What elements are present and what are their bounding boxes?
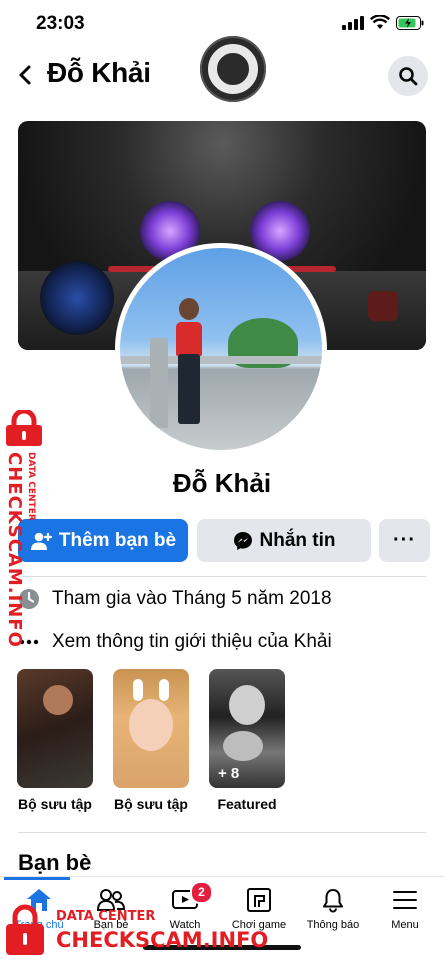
collection-label: Bộ sưu tập — [18, 796, 92, 812]
bell-icon — [323, 889, 343, 913]
tab-label: Thông báo — [306, 919, 360, 931]
about-info-row[interactable]: Xem thông tin giới thiệu của Khải — [18, 627, 332, 657]
watermark-vertical-text: CHECKSCAM.INFO — [4, 452, 25, 648]
search-icon — [399, 67, 418, 86]
status-icons — [342, 15, 424, 30]
watermark-vertical-subtext: DATA CENTER — [26, 452, 36, 521]
add-friend-button[interactable]: Thêm bạn bè — [18, 519, 188, 562]
collection-item[interactable]: Bộ sưu tập — [113, 669, 189, 813]
tab-gaming[interactable]: Chơi game — [222, 885, 296, 931]
divider — [18, 832, 426, 833]
chevron-left-icon — [19, 65, 31, 85]
messenger-icon — [233, 531, 252, 550]
message-button[interactable]: Nhắn tin — [197, 519, 371, 562]
collection-label: Bộ sưu tập — [114, 796, 188, 812]
profile-avatar[interactable] — [115, 243, 327, 455]
profile-name: Đỗ Khải — [172, 468, 272, 498]
watermark-lock-icon — [6, 410, 42, 446]
tab-watch[interactable]: 2 Watch — [148, 881, 222, 931]
joined-info-row: Tham gia vào Tháng 5 năm 2018 — [18, 584, 332, 614]
featured-count: + 8 — [218, 765, 240, 782]
featured-item[interactable]: + 8 Featured — [209, 669, 285, 813]
add-friend-label: Thêm bạn bè — [58, 529, 177, 551]
more-options-button[interactable]: ··· — [379, 519, 430, 562]
featured-label: Featured — [217, 796, 277, 812]
collection-thumbnail — [113, 669, 189, 788]
watermark-bottom-text: CHECKSCAM.INFO — [56, 928, 269, 952]
featured-thumbnail: + 8 — [209, 669, 285, 788]
wifi-icon — [370, 15, 390, 29]
screen-record-icon — [200, 36, 266, 102]
message-label: Nhắn tin — [259, 529, 336, 551]
header-title: Đỗ Khải — [47, 57, 151, 88]
back-button[interactable] — [12, 60, 38, 90]
menu-icon — [393, 891, 417, 909]
friends-section-title: Bạn bè — [18, 850, 92, 875]
active-tab-indicator — [4, 877, 70, 880]
collection-thumbnail — [17, 669, 93, 788]
tab-label: Menu — [391, 919, 419, 931]
watermark-lock-icon — [6, 904, 44, 955]
more-options-label: ··· — [393, 529, 416, 551]
about-text: Xem thông tin giới thiệu của Khải — [52, 631, 332, 652]
collection-item[interactable]: Bộ sưu tập — [17, 669, 93, 813]
cellular-signal-icon — [342, 15, 364, 30]
battery-charging-icon — [396, 15, 424, 30]
status-time: 23:03 — [36, 13, 85, 34]
add-friend-icon — [30, 532, 52, 550]
watermark-bottom-subtext: DATA CENTER — [56, 909, 156, 924]
tab-notifications[interactable]: Thông báo — [296, 885, 370, 931]
joined-text: Tham gia vào Tháng 5 năm 2018 — [52, 588, 332, 609]
watch-badge: 2 — [190, 881, 213, 904]
tab-menu[interactable]: Menu — [368, 885, 442, 931]
search-button[interactable] — [388, 56, 428, 96]
gaming-icon — [247, 888, 271, 912]
divider — [18, 576, 426, 577]
tab-friends[interactable]: Bạn bè — [74, 885, 148, 931]
